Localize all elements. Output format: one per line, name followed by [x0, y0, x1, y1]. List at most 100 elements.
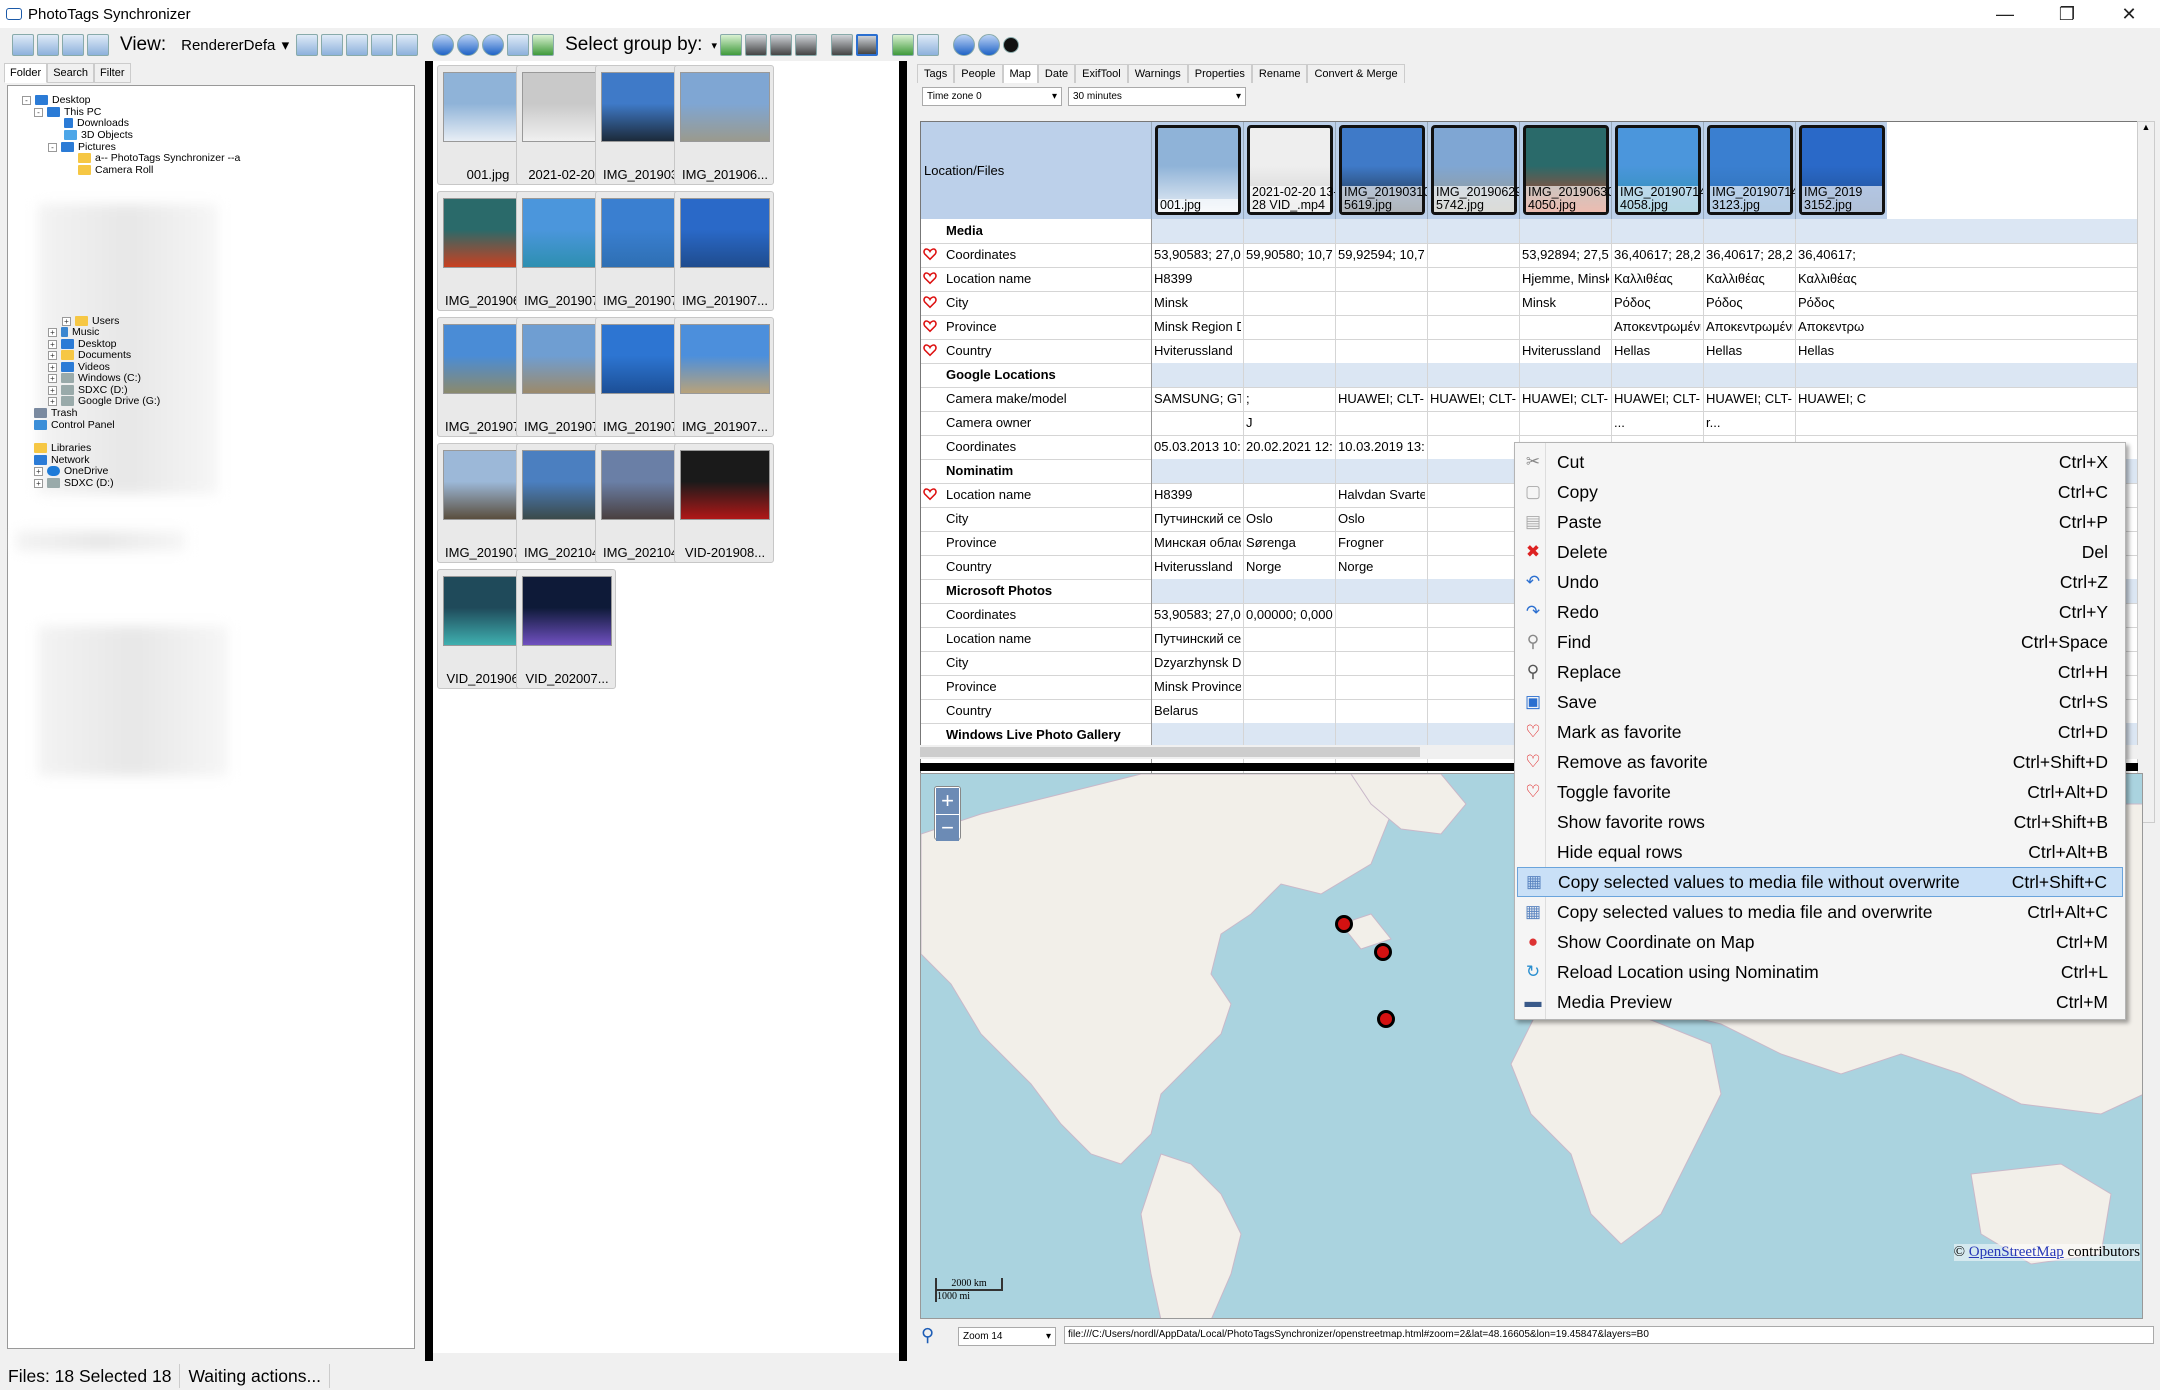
grid-cell[interactable]: Hjemme, Minsk	[1519, 267, 1609, 291]
grid-cell[interactable]: Минская област...	[1151, 531, 1241, 555]
thumbnail-large-icon[interactable]	[346, 34, 369, 56]
grid-cell[interactable]: Norge	[1243, 555, 1333, 579]
grid-cell[interactable]: 53,90583; 27,00...	[1151, 603, 1241, 627]
grid-cell[interactable]: H8399	[1151, 267, 1241, 291]
tab-people[interactable]: People	[954, 64, 1003, 83]
tree-item[interactable]: + Google Drive (G:)	[48, 395, 160, 407]
grid-cell[interactable]: HUAWEI; CLT-L29	[1519, 387, 1609, 411]
grid-cell[interactable]: Путчинский сел...	[1151, 507, 1241, 531]
heart-icon[interactable]	[923, 343, 937, 357]
map-marker[interactable]	[1335, 915, 1353, 933]
group-gear-icon[interactable]	[719, 34, 742, 56]
grid-cell[interactable]: HUAWEI; C	[1795, 387, 1885, 411]
menu-item[interactable]: ● Show Coordinate on Map Ctrl+M	[1517, 927, 2123, 957]
grid-cell[interactable]: 36,40617;	[1795, 243, 1885, 267]
thumbnail[interactable]: VID_202007...	[516, 569, 616, 689]
layout-active-icon[interactable]	[855, 34, 878, 56]
menu-item[interactable]: ⚲ Replace Ctrl+H	[1517, 657, 2123, 687]
grid-cell[interactable]: ;	[1243, 387, 1333, 411]
interval-dropdown[interactable]: 30 minutes ▾	[1068, 87, 1246, 106]
menu-item[interactable]: ♡ Mark as favorite Ctrl+D	[1517, 717, 2123, 747]
tree-item[interactable]: Downloads	[64, 117, 129, 129]
view-list-icon[interactable]	[12, 34, 34, 56]
grid-dark-icon[interactable]	[744, 34, 767, 56]
tree-item[interactable]: 3D Objects	[64, 129, 133, 141]
menu-item[interactable]: ↶ Undo Ctrl+Z	[1517, 567, 2123, 597]
tab-filter[interactable]: Filter	[94, 63, 131, 83]
grid-cell[interactable]: Frogner	[1335, 531, 1425, 555]
tab-folder[interactable]: Folder	[4, 63, 48, 83]
grid-cell[interactable]: Hellas	[1703, 339, 1793, 363]
collapse-icon[interactable]: -	[22, 95, 31, 105]
chevron-down-icon[interactable]: ▾	[711, 39, 717, 52]
expand-icon[interactable]: +	[48, 385, 57, 395]
renderer-dropdown[interactable]: RendererDefa ▾	[175, 34, 293, 56]
grid-cell[interactable]: Hviterussland	[1519, 339, 1609, 363]
timezone-dropdown[interactable]: Time zone 0 ▾	[922, 87, 1062, 106]
menu-item[interactable]: ✖ Delete Del	[1517, 537, 2123, 567]
grid-cell[interactable]: SAMSUNG; GT-I9...	[1151, 387, 1241, 411]
grid-cell[interactable]: Minsk Region Dzy...	[1151, 315, 1241, 339]
collapse-icon[interactable]: -	[34, 107, 43, 117]
thumbnail-xlarge-icon[interactable]	[371, 34, 394, 56]
grid-cell[interactable]: Hellas	[1795, 339, 1885, 363]
expand-icon[interactable]: +	[48, 327, 57, 337]
tab-properties[interactable]: Properties	[1187, 64, 1252, 83]
menu-item[interactable]: ▦ Copy selected values to media file and …	[1517, 897, 2123, 927]
grid-cell[interactable]: 36,40617; 28,22...	[1703, 243, 1793, 267]
expand-icon[interactable]: +	[48, 362, 57, 372]
tree-item[interactable]: - Desktop	[22, 94, 91, 106]
grid-cell[interactable]: Sørenga	[1243, 531, 1333, 555]
heart-icon[interactable]	[923, 319, 937, 333]
expand-icon[interactable]: +	[34, 466, 43, 476]
file-column-header[interactable]: IMG_20190629_15 5742.jpg	[1427, 122, 1543, 219]
rotate-left-icon[interactable]	[432, 34, 455, 56]
grid-cell[interactable]: Minsk	[1519, 291, 1609, 315]
file-column-header[interactable]: IMG_20190714_16 3123.jpg	[1703, 122, 1819, 219]
search-icon[interactable]: ⚲	[921, 1325, 934, 1346]
minimize-icon[interactable]: —	[1974, 0, 2036, 28]
grid-cell[interactable]: 53,90583; 27,00...	[1151, 243, 1241, 267]
grid-cell[interactable]: 36,40617; 28,22...	[1611, 243, 1701, 267]
grid-cell[interactable]: Ρόδος	[1611, 291, 1701, 315]
thumbnail-huge-icon[interactable]	[396, 34, 419, 56]
menu-item[interactable]: ▣ Save Ctrl+S	[1517, 687, 2123, 717]
tab-map[interactable]: Map	[1002, 64, 1038, 83]
thumbnail-small-icon[interactable]	[296, 34, 319, 56]
folder-tree[interactable]: - Desktop - This PC Downloads 3D Objects - Pict…	[7, 85, 415, 1349]
tab-rename[interactable]: Rename	[1251, 64, 1308, 83]
grid-cell[interactable]: Καλλιθέας	[1795, 267, 1885, 291]
grid-cell[interactable]: Belarus	[1151, 699, 1241, 723]
view-details-icon[interactable]	[37, 34, 59, 56]
tree-item[interactable]: + Documents	[48, 349, 131, 361]
zoom-dropdown[interactable]: Zoom 14 ▾	[958, 1327, 1056, 1346]
grid-cell[interactable]: 59,90580; 10,76...	[1243, 243, 1333, 267]
thumbnail[interactable]: VID-201908...	[674, 443, 774, 563]
grid-cell[interactable]: Oslo	[1243, 507, 1333, 531]
grid-cell[interactable]: Αποκεντρωμένη ...	[1611, 315, 1701, 339]
grid-cell[interactable]: Hviterussland	[1151, 555, 1241, 579]
grid-cell[interactable]: Αποκεντρωμένη ...	[1703, 315, 1793, 339]
thumbnail[interactable]: IMG_201907...	[674, 317, 774, 437]
expand-icon[interactable]: +	[62, 316, 71, 326]
close-icon[interactable]: ✕	[2098, 0, 2160, 28]
thumbnail[interactable]: IMG_201906...	[674, 65, 774, 185]
heart-icon[interactable]	[923, 247, 937, 261]
rotate-right-icon[interactable]	[482, 34, 505, 56]
grid-cell[interactable]: HUAWEI; CLT-L29	[1703, 387, 1793, 411]
floppy-icon[interactable]	[916, 34, 939, 56]
menu-item[interactable]: ↷ Redo Ctrl+Y	[1517, 597, 2123, 627]
grid-cell[interactable]: Ρόδος	[1703, 291, 1793, 315]
refresh-icon[interactable]	[532, 34, 555, 56]
menu-item[interactable]: Show favorite rows Ctrl+Shift+B	[1517, 807, 2123, 837]
grid-cell[interactable]: HUAWEI; CLT-L29	[1611, 387, 1701, 411]
grid-cell[interactable]: HUAWEI; CLT-L29	[1335, 387, 1425, 411]
grid-cell[interactable]: Ρόδος	[1795, 291, 1885, 315]
grid-cell[interactable]: r...	[1703, 411, 1793, 435]
zoom-out-button[interactable]: −	[936, 815, 959, 841]
tab-date[interactable]: Date	[1037, 64, 1076, 83]
file-column-header[interactable]: 001.jpg	[1151, 122, 1243, 219]
tree-item[interactable]: Libraries	[34, 442, 91, 454]
settings-gear-icon[interactable]	[952, 34, 975, 56]
splitter-left[interactable]	[425, 61, 433, 1361]
